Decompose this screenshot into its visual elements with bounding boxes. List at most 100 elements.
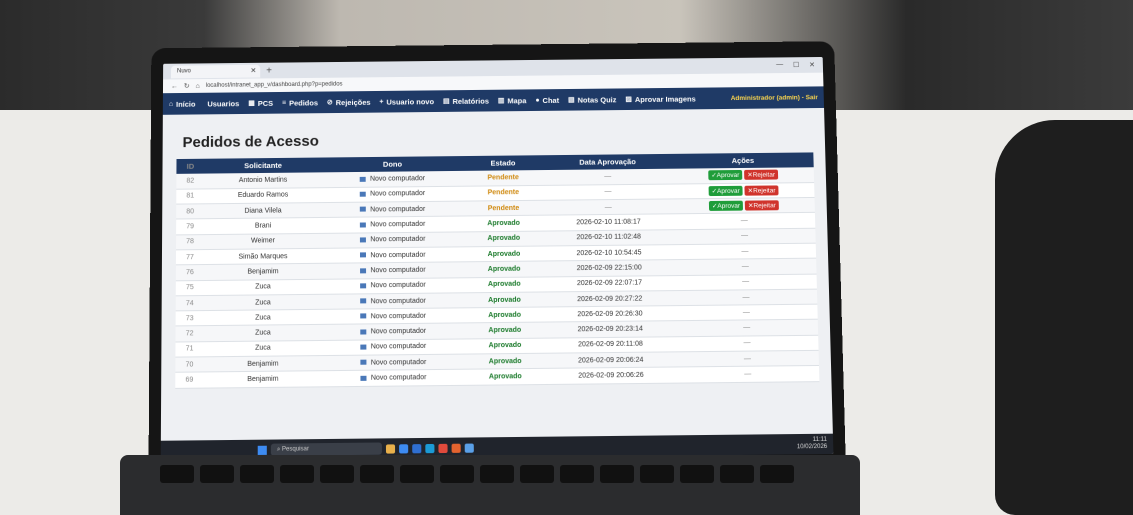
nav-item-plus[interactable]: + Usuario novo xyxy=(379,97,434,106)
cell-dono: Novo computador xyxy=(322,262,465,279)
taskbar-search[interactable]: ⌕ Pesquisar xyxy=(270,442,382,456)
cell-estado: Aprovado xyxy=(464,353,546,370)
keyboard-key xyxy=(280,465,314,483)
cell-acoes: — xyxy=(674,273,817,291)
dono-label: Novo computador xyxy=(370,220,426,229)
cell-acoes: — xyxy=(673,227,816,245)
nav-item-label: Notas Quiz xyxy=(577,94,617,105)
keyboard-key xyxy=(640,465,674,483)
nav-item-list[interactable]: ≡ Pedidos xyxy=(282,98,318,107)
cell-acoes: — xyxy=(675,304,818,322)
dono-label: Novo computador xyxy=(370,343,427,351)
computer-icon xyxy=(360,313,367,319)
app-red-icon[interactable] xyxy=(438,443,448,453)
cell-dono: Novo computador xyxy=(321,170,464,188)
cell-data: 2026-02-09 20:26:30 xyxy=(544,305,676,323)
store-icon[interactable] xyxy=(412,443,422,453)
approve-button[interactable]: ✓Aprovar xyxy=(708,170,743,181)
status-badge: Aprovado xyxy=(487,250,521,258)
cell-data: 2026-02-10 11:08:17 xyxy=(543,214,674,231)
dono-label: Novo computador xyxy=(370,236,426,244)
nav-item-label: Pedidos xyxy=(289,97,319,108)
computer-icon xyxy=(360,206,367,212)
reject-button[interactable]: ✕Rejeitar xyxy=(744,169,779,181)
computer-icon xyxy=(360,375,367,381)
status-badge: Pendente xyxy=(487,174,519,182)
cell-dono: Novo computador xyxy=(322,308,465,325)
cell-acoes: ✓Aprovar ✕Rejeitar xyxy=(672,197,815,215)
no-actions-dash: — xyxy=(743,324,751,332)
cell-data: 2026-02-09 20:23:14 xyxy=(544,321,676,338)
logout-link[interactable]: Sair xyxy=(806,94,818,101)
cell-estado: Aprovado xyxy=(465,368,546,386)
file-explorer-icon[interactable] xyxy=(385,443,396,454)
tab-title: Nuvo xyxy=(176,68,191,75)
url-field[interactable]: localhost/intranet_app_v/dashboard.php?p… xyxy=(206,82,343,89)
cell-acoes: — xyxy=(674,288,818,306)
nav-item-reject[interactable]: ⊘ Rejeições xyxy=(327,97,371,106)
cell-solicitante: Benjamim xyxy=(203,371,323,388)
close-window-icon[interactable]: ✕ xyxy=(809,61,815,69)
no-actions-dash: — xyxy=(741,247,749,256)
minimize-icon[interactable]: — xyxy=(776,61,783,69)
reject-button[interactable]: ✕Rejeitar xyxy=(744,200,779,211)
cell-dono: Novo computador xyxy=(322,354,466,372)
chat-icon: ● xyxy=(535,96,540,104)
keyboard-key xyxy=(520,465,554,483)
nav-item-pcs[interactable]: ▦ PCS xyxy=(248,98,273,107)
cell-data: — xyxy=(543,183,673,201)
nav-item-label: Relatórios xyxy=(452,96,489,106)
browser-tab[interactable]: Nuvo ✕ xyxy=(170,64,261,78)
nav-item-label: Rejeições xyxy=(335,97,371,107)
cell-dono: Novo computador xyxy=(322,292,465,310)
cell-id: 75 xyxy=(175,280,204,296)
app-blue-icon[interactable] xyxy=(464,443,474,453)
windows-start-icon[interactable] xyxy=(257,445,267,455)
chart-icon: ▤ xyxy=(442,98,450,106)
cell-acoes: — xyxy=(674,258,817,276)
nav-item-images[interactable]: ▨ Aprovar Imagens xyxy=(625,94,695,104)
keyboard-key xyxy=(240,465,274,483)
back-icon[interactable]: ← xyxy=(171,83,178,90)
dono-label: Novo computador xyxy=(370,358,427,367)
office-icon[interactable] xyxy=(451,443,461,453)
maximize-icon[interactable]: ☐ xyxy=(793,61,799,69)
nav-item-users[interactable]: Usuarios xyxy=(204,99,239,108)
approve-button[interactable]: ✓Aprovar xyxy=(708,185,743,197)
new-tab-icon[interactable]: + xyxy=(266,65,272,76)
mail-icon[interactable] xyxy=(425,443,435,453)
nav-item-chat[interactable]: ● Chat xyxy=(535,95,559,104)
nav-item-map[interactable]: ▥ Mapa xyxy=(498,96,527,105)
refresh-icon[interactable]: ↻ xyxy=(184,82,190,90)
dono-label: Novo computador xyxy=(370,266,426,275)
cell-id: 78 xyxy=(176,234,205,250)
cell-acoes: — xyxy=(673,243,817,260)
status-badge: Aprovado xyxy=(487,265,521,273)
cell-data: — xyxy=(543,199,674,216)
admin-label: Administrador (admin) - Sair xyxy=(731,94,818,102)
approve-button[interactable]: ✓Aprovar xyxy=(708,200,744,212)
admin-user: Administrador (admin) - xyxy=(730,93,804,102)
keyboard-key xyxy=(320,465,354,483)
nav-item-quiz[interactable]: ▧ Notas Quiz xyxy=(568,95,617,104)
cell-estado: Aprovado xyxy=(463,245,545,263)
nav-item-chart[interactable]: ▤ Relatórios xyxy=(443,96,489,105)
cell-dono: Novo computador xyxy=(322,369,466,387)
computer-icon xyxy=(360,329,367,335)
cell-estado: Aprovado xyxy=(464,322,546,339)
no-actions-dash: — xyxy=(743,355,752,363)
tab-close-icon[interactable]: ✕ xyxy=(250,67,256,75)
status-badge: Aprovado xyxy=(488,296,521,304)
reject-button[interactable]: ✕Rejeitar xyxy=(744,185,779,196)
cell-id: 73 xyxy=(175,310,204,327)
computer-icon xyxy=(360,176,367,182)
taskbar-search-label: Pesquisar xyxy=(281,446,309,453)
cell-estado: Pendente xyxy=(463,200,544,217)
cell-id: 79 xyxy=(176,219,205,235)
home-browser-icon[interactable]: ⌂ xyxy=(196,83,200,90)
pcs-icon: ▦ xyxy=(248,100,255,108)
cell-solicitante: Diana Vilela xyxy=(204,202,322,220)
nav-item-home[interactable]: ⌂ Início xyxy=(169,99,196,108)
keyboard-key xyxy=(440,465,474,483)
edge-icon[interactable] xyxy=(399,443,409,453)
